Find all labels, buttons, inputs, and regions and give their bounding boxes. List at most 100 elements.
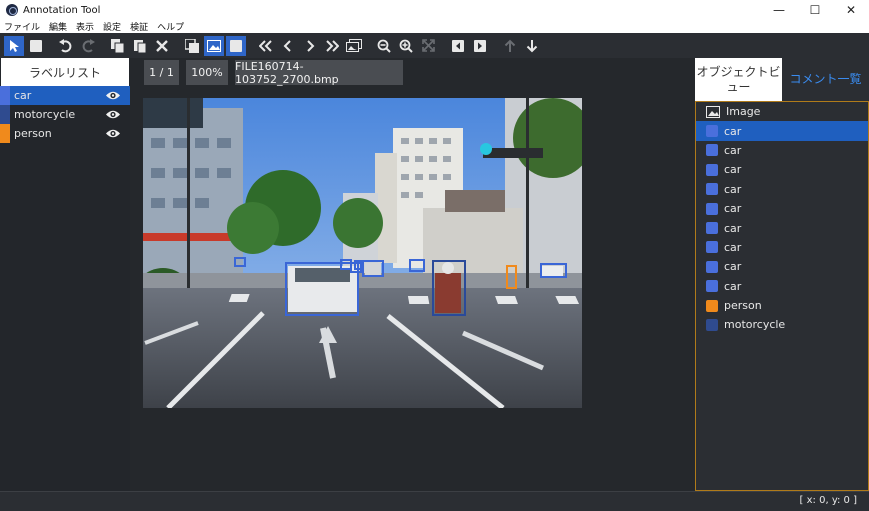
menu-view[interactable]: 表示: [76, 20, 94, 33]
first-image-button[interactable]: [256, 36, 276, 56]
object-color-swatch: [706, 202, 718, 215]
annotated-image[interactable]: [143, 98, 582, 408]
chevron-right-icon: [307, 39, 315, 52]
cursor-icon: [10, 39, 19, 52]
label-name: motorcycle: [14, 108, 76, 121]
undo-icon: [59, 38, 72, 52]
menu-validate[interactable]: 検証: [130, 20, 148, 33]
tree-object-item[interactable]: car: [696, 121, 868, 141]
tree-object-item[interactable]: person: [696, 296, 868, 315]
object-label: car: [724, 221, 742, 235]
zoom-out-button[interactable]: [374, 36, 394, 56]
prev-image-button[interactable]: [278, 36, 298, 56]
zoom-level: 100%: [186, 60, 228, 85]
image-view-button[interactable]: [204, 35, 224, 56]
visibility-eye-icon[interactable]: [105, 128, 121, 139]
object-label: car: [724, 182, 742, 196]
next-image-button[interactable]: [300, 36, 320, 56]
rect-tool-button[interactable]: [26, 36, 46, 56]
image-icon: [207, 39, 221, 52]
delete-x-icon: [156, 39, 168, 52]
object-color-swatch: [706, 299, 718, 312]
last-image-button[interactable]: [322, 36, 342, 56]
gallery-icon: [346, 39, 362, 52]
app-icon: [6, 4, 18, 16]
visibility-eye-icon[interactable]: [105, 109, 121, 120]
object-label: person: [724, 299, 762, 313]
paste-button[interactable]: [130, 36, 150, 56]
tree-object-item[interactable]: car: [696, 160, 868, 179]
object-panel: オブジェクトビュー コメント一覧 Image car car car car c…: [695, 58, 869, 491]
move-up-button[interactable]: [500, 36, 520, 56]
status-bar: [ x: 0, y: 0 ]: [0, 491, 869, 511]
label-color-swatch: [0, 124, 10, 143]
label-list-header: ラベルリスト: [1, 58, 129, 86]
object-tree: Image car car car car car car car car ca…: [695, 101, 869, 491]
object-label: motorcycle: [724, 318, 786, 332]
copy-button[interactable]: [108, 36, 128, 56]
close-window-button[interactable]: ✕: [833, 0, 869, 20]
tab-comment-list[interactable]: コメント一覧: [782, 58, 869, 101]
tree-object-item[interactable]: car: [696, 141, 868, 160]
tree-root-image[interactable]: Image: [696, 102, 868, 121]
menu-file[interactable]: ファイル: [4, 20, 40, 33]
tree-object-item[interactable]: car: [696, 277, 868, 296]
label-item-car[interactable]: car: [0, 86, 130, 105]
object-label: car: [724, 124, 742, 138]
copy-icon: [111, 38, 125, 53]
arrow-up-icon: [504, 39, 516, 52]
layers-button[interactable]: [182, 36, 202, 56]
prev-object-button[interactable]: [448, 36, 468, 56]
minimize-button[interactable]: —: [761, 0, 797, 20]
maximize-button[interactable]: ☐: [797, 0, 833, 20]
object-label: car: [724, 260, 742, 274]
menu-bar: ファイル 編集 表示 設定 検証 ヘルプ: [0, 20, 869, 33]
menu-edit[interactable]: 編集: [49, 20, 67, 33]
expand-icon: [421, 39, 435, 52]
window-controls: — ☐ ✕: [761, 0, 869, 20]
tree-object-item[interactable]: car: [696, 199, 868, 218]
tree-object-item[interactable]: car: [696, 218, 868, 237]
canvas-area: 1 / 1 100% FILE160714-103752_2700.bmp: [130, 58, 695, 491]
tree-root-label: Image: [726, 105, 761, 119]
menu-help[interactable]: ヘルプ: [157, 20, 184, 33]
fit-screen-button[interactable]: [418, 36, 438, 56]
menu-settings[interactable]: 設定: [103, 20, 121, 33]
zoom-in-button[interactable]: [396, 36, 416, 56]
label-item-person[interactable]: person: [0, 124, 130, 143]
paste-icon: [134, 39, 147, 53]
visibility-eye-icon[interactable]: [105, 90, 121, 101]
select-tool-button[interactable]: [4, 35, 24, 56]
object-color-swatch: [706, 280, 718, 293]
object-label: car: [724, 163, 742, 177]
label-name: car: [14, 89, 32, 102]
tree-object-item[interactable]: car: [696, 257, 868, 276]
label-list-panel: ラベルリスト car motorcycle person: [0, 58, 130, 491]
label-color-swatch: [0, 105, 10, 124]
tree-object-item[interactable]: car: [696, 238, 868, 257]
move-down-button[interactable]: [522, 36, 542, 56]
redo-icon: [82, 38, 95, 52]
object-color-swatch: [706, 241, 718, 254]
delete-button[interactable]: [152, 36, 172, 56]
gallery-button[interactable]: [344, 36, 364, 56]
file-name: FILE160714-103752_2700.bmp: [235, 60, 403, 86]
object-color-swatch: [706, 260, 718, 273]
next-object-button[interactable]: [470, 36, 490, 56]
redo-button[interactable]: [78, 36, 98, 56]
zoom-in-icon: [399, 39, 413, 53]
tree-object-item[interactable]: car: [696, 180, 868, 199]
blank-view-button[interactable]: [226, 35, 246, 56]
label-color-swatch: [0, 86, 10, 105]
label-item-motorcycle[interactable]: motorcycle: [0, 105, 130, 124]
tree-object-item[interactable]: motorcycle: [696, 315, 868, 334]
tab-object-view[interactable]: オブジェクトビュー: [695, 58, 782, 101]
object-color-swatch: [706, 163, 718, 176]
layers-icon: [185, 38, 199, 53]
page-indicator: 1 / 1: [144, 60, 179, 85]
object-color-swatch: [706, 125, 718, 138]
undo-button[interactable]: [56, 36, 76, 56]
toolbar: [0, 33, 869, 58]
arrow-down-icon: [526, 39, 538, 52]
object-label: car: [724, 279, 742, 293]
